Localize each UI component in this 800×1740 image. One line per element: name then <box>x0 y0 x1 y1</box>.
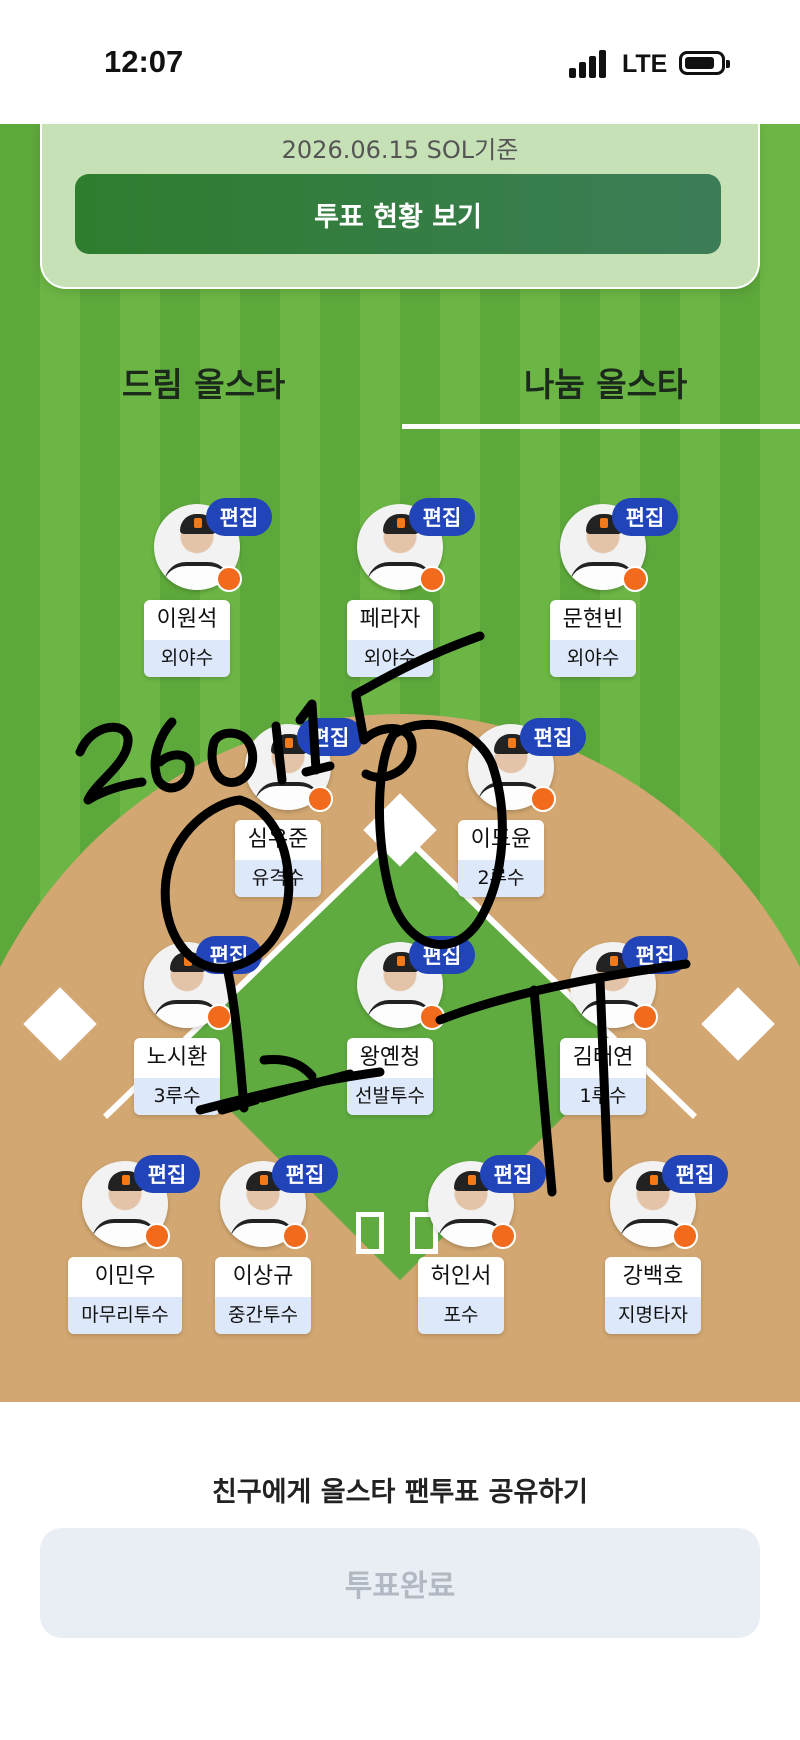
team-logo-icon <box>282 1223 308 1249</box>
edit-button[interactable]: 편집 <box>272 1155 338 1193</box>
edit-button[interactable]: 편집 <box>612 498 678 536</box>
edit-button[interactable]: 편집 <box>622 936 688 974</box>
vote-date: 2026.06.15 SOL기준 <box>281 136 519 164</box>
player-name: 이민우 <box>68 1257 182 1297</box>
player-position: 포수 <box>418 1297 504 1334</box>
team-logo-icon <box>144 1223 170 1249</box>
player-position: 유격수 <box>235 860 321 897</box>
player-name: 문현빈 <box>550 600 636 640</box>
player-position: 1루수 <box>560 1078 646 1115</box>
team-logo-icon <box>216 566 242 592</box>
player-card: 강백호 지명타자 <box>605 1257 701 1334</box>
player-card: 이민우 마무리투수 <box>68 1257 182 1334</box>
player-card: 이원석 외야수 <box>144 600 230 677</box>
player-card: 허인서 포수 <box>418 1257 504 1334</box>
player-position: 2루수 <box>458 860 544 897</box>
team-logo-icon <box>632 1004 658 1030</box>
player-name: 이원석 <box>144 600 230 640</box>
player-card: 노시환 3루수 <box>134 1038 220 1115</box>
player-name: 이상규 <box>215 1257 311 1297</box>
edit-button[interactable]: 편집 <box>409 498 475 536</box>
player-card: 이도윤 2루수 <box>458 820 544 897</box>
team-logo-icon <box>672 1223 698 1249</box>
player-name: 강백호 <box>605 1257 701 1297</box>
share-allstar-vote-link[interactable]: 친구에게 올스타 팬투표 공유하기 <box>0 1470 800 1509</box>
team-logo-icon <box>419 566 445 592</box>
team-logo-icon <box>307 786 333 812</box>
player-name: 허인서 <box>418 1257 504 1297</box>
player-card: 문현빈 외야수 <box>550 600 636 677</box>
status-bar: 12:07 LTE <box>0 0 800 124</box>
player-position: 외야수 <box>144 640 230 677</box>
edit-button[interactable]: 편집 <box>196 936 262 974</box>
player-name: 심우준 <box>235 820 321 860</box>
edit-button[interactable]: 편집 <box>520 718 586 756</box>
player-position: 마무리투수 <box>68 1297 182 1334</box>
player-position: 중간투수 <box>215 1297 311 1334</box>
player-card: 김태연 1루수 <box>560 1038 646 1115</box>
player-card: 심우준 유격수 <box>235 820 321 897</box>
tab-dream-allstar[interactable]: 드림 올스타 <box>122 358 285 406</box>
edit-button[interactable]: 편집 <box>662 1155 728 1193</box>
player-name: 김태연 <box>560 1038 646 1078</box>
tab-active-indicator <box>402 424 800 429</box>
tab-nanum-allstar[interactable]: 나눔 올스타 <box>524 358 687 406</box>
player-position: 외야수 <box>550 640 636 677</box>
player-name: 노시환 <box>134 1038 220 1078</box>
batter-box <box>356 1212 384 1254</box>
player-card: 왕옌청 선발투수 <box>347 1038 433 1115</box>
team-logo-icon <box>490 1223 516 1249</box>
player-position: 외야수 <box>347 640 433 677</box>
player-name: 페라자 <box>347 600 433 640</box>
edit-button[interactable]: 편집 <box>409 936 475 974</box>
player-name: 왕옌청 <box>347 1038 433 1078</box>
team-logo-icon <box>530 786 556 812</box>
vote-complete-button[interactable]: 투표완료 <box>40 1528 760 1638</box>
edit-button[interactable]: 편집 <box>297 718 363 756</box>
network-type: LTE <box>622 50 668 78</box>
edit-button[interactable]: 편집 <box>480 1155 546 1193</box>
player-card: 페라자 외야수 <box>347 600 433 677</box>
player-card: 이상규 중간투수 <box>215 1257 311 1334</box>
player-position: 선발투수 <box>347 1078 433 1115</box>
team-logo-icon <box>419 1004 445 1030</box>
edit-button[interactable]: 편집 <box>206 498 272 536</box>
battery-icon <box>679 51 730 75</box>
edit-button[interactable]: 편집 <box>134 1155 200 1193</box>
status-time: 12:07 <box>104 44 184 79</box>
vote-status-button[interactable]: 투표 현황 보기 <box>75 174 721 254</box>
player-position: 3루수 <box>134 1078 220 1115</box>
player-position: 지명타자 <box>605 1297 701 1334</box>
team-logo-icon <box>206 1004 232 1030</box>
team-logo-icon <box>622 566 648 592</box>
player-name: 이도윤 <box>458 820 544 860</box>
cellular-signal-icon <box>569 50 609 78</box>
vote-summary-card: 2026.06.15 SOL기준 투표 현황 보기 <box>40 124 760 289</box>
